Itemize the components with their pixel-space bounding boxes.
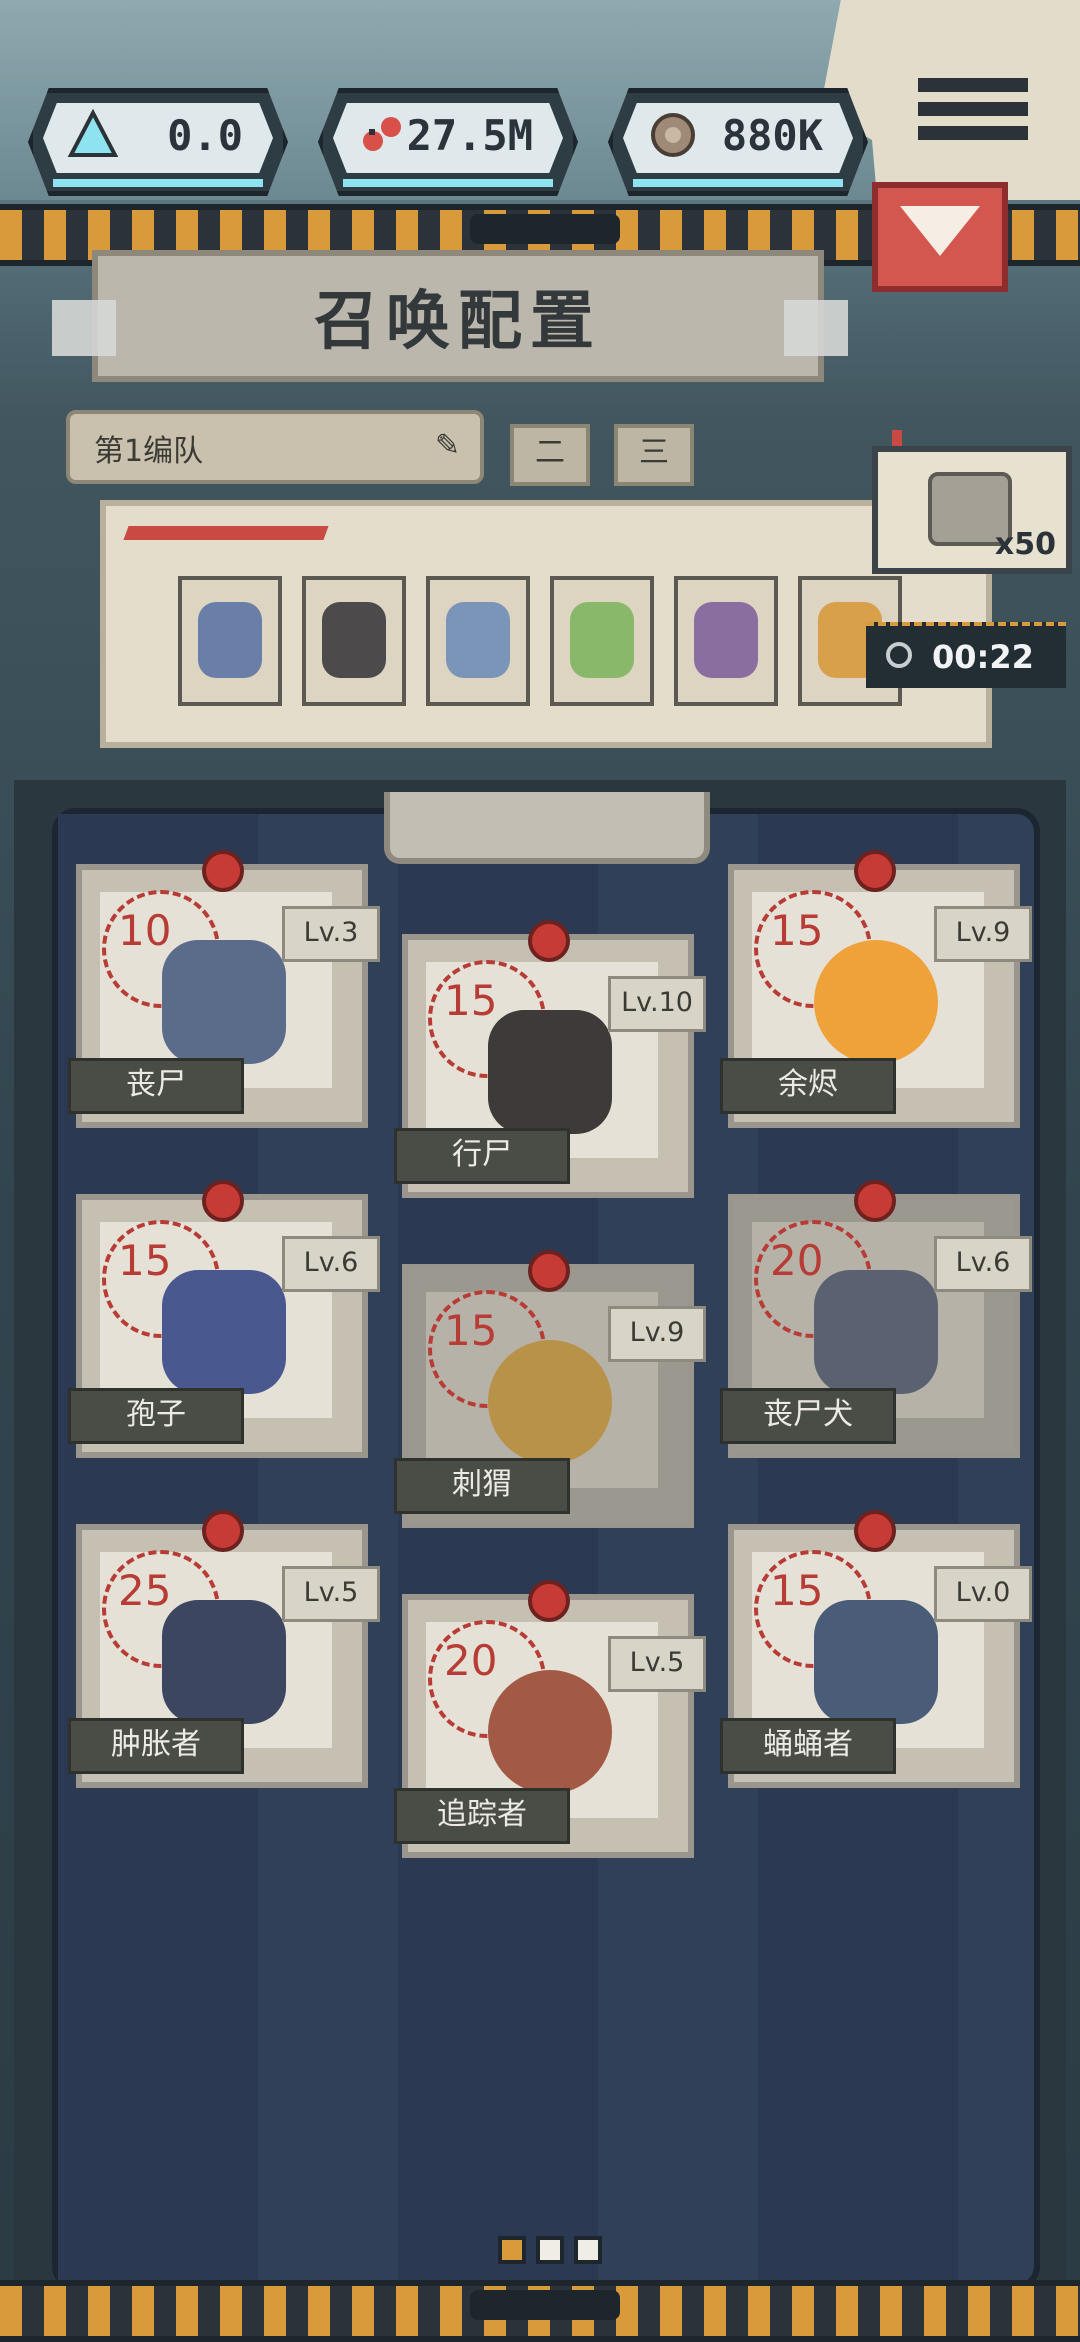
unit-sprite xyxy=(814,1270,938,1394)
loadout-board xyxy=(100,500,992,748)
resource-value: 880K xyxy=(721,111,823,160)
unit-card[interactable]: 25 Lv.5 肿胀者 xyxy=(68,1510,380,1788)
unit-cost: 20 xyxy=(444,1636,498,1685)
unit-level: Lv.9 xyxy=(608,1306,706,1362)
unit-sprite xyxy=(488,1670,612,1794)
title-plaque: 召唤配置 xyxy=(92,250,824,382)
edit-icon[interactable]: ✎ xyxy=(435,428,460,463)
unit-name: 丧尸犬 xyxy=(720,1388,896,1444)
unit-card[interactable]: 15 Lv.9 刺猬 xyxy=(394,1250,706,1528)
unit-name: 追踪者 xyxy=(394,1788,570,1844)
loadout-slot[interactable] xyxy=(302,576,406,706)
unit-card[interactable]: 15 Lv.10 行尸 xyxy=(394,920,706,1198)
gene-icon xyxy=(363,117,401,151)
unit-level: Lv.9 xyxy=(934,906,1032,962)
unit-name: 余烬 xyxy=(720,1058,896,1114)
unit-name: 丧尸 xyxy=(68,1058,244,1114)
unit-cost: 15 xyxy=(770,906,824,955)
chevron-down-icon xyxy=(900,206,980,256)
crystal-icon xyxy=(67,109,119,157)
pin-icon xyxy=(202,1510,244,1552)
unit-cost: 20 xyxy=(770,1236,824,1285)
unit-card[interactable]: 15 Lv.0 蛹蛹者 xyxy=(720,1510,1032,1788)
unit-card[interactable]: 15 Lv.6 孢子 xyxy=(68,1180,380,1458)
unit-level: Lv.0 xyxy=(934,1566,1032,1622)
unit-name: 行尸 xyxy=(394,1128,570,1184)
team-tab-2[interactable]: 二 xyxy=(510,424,590,486)
loadout-slot[interactable] xyxy=(674,576,778,706)
unit-cost: 10 xyxy=(118,906,172,955)
unit-sprite xyxy=(488,1340,612,1464)
resource-value: 27.5M xyxy=(406,111,533,160)
unit-name: 蛹蛹者 xyxy=(720,1718,896,1774)
unit-name: 肿胀者 xyxy=(68,1718,244,1774)
unit-sprite xyxy=(814,940,938,1064)
unit-name: 孢子 xyxy=(68,1388,244,1444)
pin-icon xyxy=(528,1580,570,1622)
unit-cost: 15 xyxy=(444,1306,498,1355)
unit-card[interactable]: 10 Lv.3 丧尸 xyxy=(68,850,380,1128)
resource-value: 0.0 xyxy=(167,111,243,160)
timer: 00:22 xyxy=(866,622,1066,688)
team-tab-3[interactable]: 三 xyxy=(614,424,694,486)
unit-cost: 15 xyxy=(118,1236,172,1285)
unit-sprite xyxy=(488,1010,612,1134)
resource-shell[interactable]: 880K xyxy=(608,88,868,196)
pin-icon xyxy=(528,1250,570,1292)
timer-value: 00:22 xyxy=(932,638,1034,676)
pin-icon xyxy=(202,1180,244,1222)
page-indicator xyxy=(498,2236,602,2264)
unit-level: Lv.6 xyxy=(282,1236,380,1292)
resource-crystal[interactable]: 0.0 xyxy=(28,88,288,196)
unit-level: Lv.10 xyxy=(608,976,706,1032)
unit-name: 刺猬 xyxy=(394,1458,570,1514)
loadout-slot[interactable] xyxy=(550,576,654,706)
unit-level: Lv.5 xyxy=(282,1566,380,1622)
clock-icon xyxy=(886,642,912,668)
pin-icon xyxy=(854,1180,896,1222)
loadout-slot[interactable] xyxy=(178,576,282,706)
unit-cost: 15 xyxy=(770,1566,824,1615)
unit-card[interactable]: 20 Lv.6 丧尸犬 xyxy=(720,1180,1032,1458)
unit-card[interactable]: 15 Lv.9 余烬 xyxy=(720,850,1032,1128)
shell-icon xyxy=(651,113,695,157)
unit-sprite xyxy=(162,1600,286,1724)
supply-crate[interactable]: x50 xyxy=(872,446,1072,574)
menu-icon[interactable] xyxy=(918,68,1028,158)
collapse-button[interactable] xyxy=(872,182,1008,292)
page-dot[interactable] xyxy=(536,2236,564,2264)
loadout-slot[interactable] xyxy=(426,576,530,706)
team-name: 第1编队 xyxy=(94,434,204,469)
pin-icon xyxy=(528,920,570,962)
pin-icon xyxy=(854,1510,896,1552)
unit-cost: 25 xyxy=(118,1566,172,1615)
team-selector[interactable]: 第1编队 ✎ xyxy=(66,410,484,484)
crate-count: x50 xyxy=(994,527,1056,562)
hazard-band-bottom xyxy=(0,2280,1080,2342)
unit-level: Lv.3 xyxy=(282,906,380,962)
page-dot[interactable] xyxy=(498,2236,526,2264)
pin-icon xyxy=(854,850,896,892)
pin-icon xyxy=(202,850,244,892)
unit-level: Lv.5 xyxy=(608,1636,706,1692)
panel-handle[interactable] xyxy=(384,792,710,864)
unit-sprite xyxy=(814,1600,938,1724)
unit-sprite xyxy=(162,940,286,1064)
page-dot[interactable] xyxy=(574,2236,602,2264)
resource-gene[interactable]: 27.5M xyxy=(318,88,578,196)
unit-cost: 15 xyxy=(444,976,498,1025)
unit-level: Lv.6 xyxy=(934,1236,1032,1292)
unit-sprite xyxy=(162,1270,286,1394)
page-title: 召唤配置 xyxy=(314,285,602,359)
unit-card[interactable]: 20 Lv.5 追踪者 xyxy=(394,1580,706,1858)
